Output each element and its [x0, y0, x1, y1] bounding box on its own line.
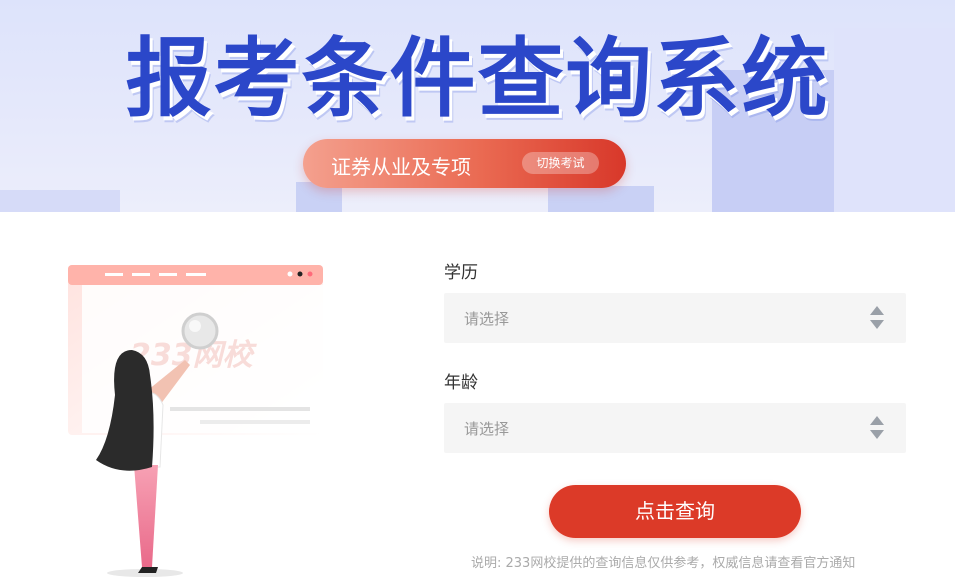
- education-placeholder: 请选择: [464, 310, 510, 328]
- age-label: 年龄: [444, 373, 478, 393]
- current-exam-pill: 证券从业及专项 切换考试: [303, 139, 626, 188]
- sort-arrows-icon: [870, 416, 884, 440]
- sort-arrows-icon: [870, 306, 884, 330]
- banner: 报考条件查询系统 证券从业及专项 切换考试: [0, 0, 955, 212]
- disclaimer-note: 说明: 233网校提供的查询信息仅供参考，权威信息请查看官方通知: [471, 556, 856, 571]
- query-form: 学历 请选择 年龄 请选择: [444, 258, 906, 453]
- banner-building: [0, 190, 120, 212]
- illustration-graphic: 233网校: [68, 265, 323, 577]
- current-exam-name: 证券从业及专项: [331, 155, 471, 179]
- query-button[interactable]: 点击查询: [549, 485, 801, 538]
- education-select[interactable]: 请选择: [444, 293, 906, 343]
- education-label: 学历: [444, 263, 478, 283]
- switch-exam-button[interactable]: 切换考试: [522, 152, 599, 174]
- page-title: 报考条件查询系统: [125, 29, 830, 129]
- age-placeholder: 请选择: [464, 420, 510, 438]
- banner-building: [548, 186, 654, 212]
- age-select[interactable]: 请选择: [444, 403, 906, 453]
- illustration: 233网校: [60, 255, 350, 577]
